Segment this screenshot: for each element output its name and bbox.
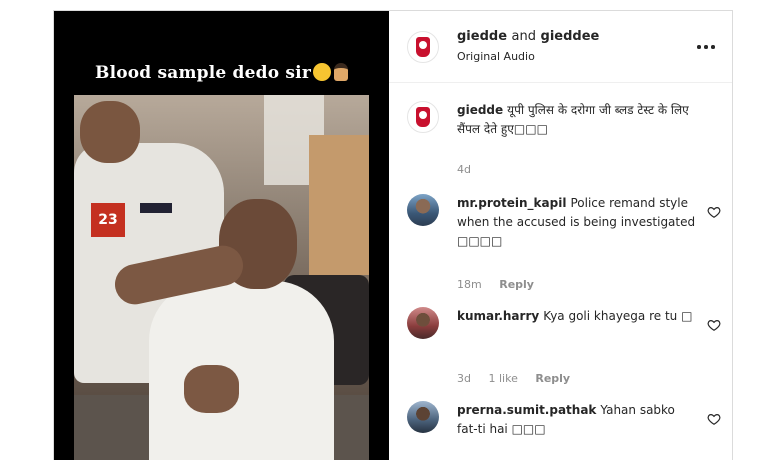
comment-meta: 18m Reply	[457, 278, 548, 291]
author-joiner: and	[511, 29, 537, 44]
video-badge: 23	[91, 203, 125, 237]
heart-icon[interactable]	[707, 318, 721, 332]
comment-time[interactable]: 3d	[457, 372, 471, 385]
video-person-standing-head	[80, 101, 140, 163]
comment-avatar[interactable]	[407, 194, 439, 226]
caption-meta: 4d	[457, 163, 485, 176]
comment-meta: 3d 1 like Reply	[457, 372, 584, 385]
comment-text: mr.protein_kapil Police remand style when…	[457, 194, 697, 251]
post-dialog: Blood sample dedo sir 23 giedde and gied…	[53, 10, 733, 460]
comment-username[interactable]: mr.protein_kapil	[457, 196, 566, 210]
post-header: giedde and gieddee Original Audio	[389, 11, 732, 83]
video-person-seated	[149, 281, 334, 460]
reply-button[interactable]: Reply	[499, 278, 534, 291]
comment-avatar[interactable]	[407, 401, 439, 433]
caption-username[interactable]: giedde	[457, 103, 503, 117]
video-overlay-text: Blood sample dedo sir	[54, 63, 389, 83]
video-player[interactable]: Blood sample dedo sir 23	[54, 11, 389, 460]
caption-avatar[interactable]	[407, 101, 439, 133]
video-pen	[140, 203, 172, 213]
overlay-text-label: Blood sample dedo sir	[95, 63, 311, 83]
comment-avatar[interactable]	[407, 307, 439, 339]
author-avatar[interactable]	[407, 31, 439, 63]
heart-icon[interactable]	[707, 412, 721, 426]
comment-text: prerna.sumit.pathak Yahan sabko fat-ti ha…	[457, 401, 697, 439]
comment-username[interactable]: prerna.sumit.pathak	[457, 403, 596, 417]
reply-button[interactable]: Reply	[535, 372, 570, 385]
audio-link[interactable]: Original Audio	[457, 50, 535, 63]
post-sidebar: giedde and gieddee Original Audio giedde…	[389, 11, 732, 460]
comment-body: Kya goli khayega re tu □	[543, 309, 693, 323]
comment-username[interactable]: kumar.harry	[457, 309, 539, 323]
more-horizontal-icon[interactable]	[694, 35, 718, 59]
author-names: giedde and gieddee	[457, 29, 599, 44]
heart-icon[interactable]	[707, 205, 721, 219]
person-emoji-icon	[334, 63, 348, 81]
grinning-emoji-icon	[313, 63, 331, 81]
video-frame: 23	[74, 95, 369, 460]
author-username-1[interactable]: giedde	[457, 29, 507, 44]
comment-likes[interactable]: 1 like	[488, 372, 517, 385]
comment-text: kumar.harry Kya goli khayega re tu □	[457, 307, 697, 326]
video-cabinet	[309, 135, 369, 275]
comment-time[interactable]: 18m	[457, 278, 482, 291]
caption-time[interactable]: 4d	[457, 163, 471, 176]
video-hand	[184, 365, 239, 413]
caption-text: giedde यूपी पुलिस के दरोगा जी ब्लड टेस्ट …	[457, 101, 697, 139]
author-username-2[interactable]: gieddee	[541, 29, 600, 44]
